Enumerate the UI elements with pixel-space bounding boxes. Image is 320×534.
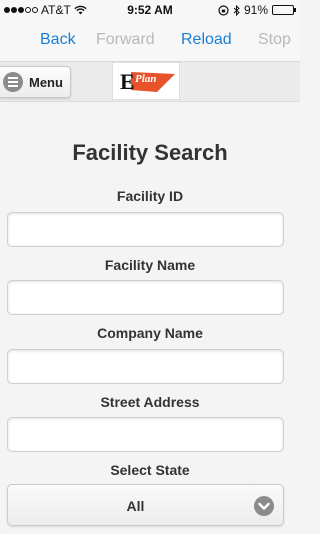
forward-button[interactable]: Forward — [96, 31, 155, 49]
battery-icon — [272, 5, 296, 15]
reload-button[interactable]: Reload — [181, 31, 232, 49]
facility-name-input[interactable] — [7, 280, 284, 315]
menu-label: Menu — [29, 74, 63, 90]
menu-list-icon — [3, 72, 23, 92]
chevron-down-icon — [254, 496, 274, 516]
rotation-lock-icon — [218, 4, 229, 16]
page-title: Facility Search — [72, 140, 228, 165]
logo-text: Plan — [135, 73, 157, 85]
company-name-input[interactable] — [7, 349, 284, 384]
menu-button[interactable]: Menu — [0, 66, 71, 98]
street-address-label: Street Address — [100, 394, 200, 410]
company-name-label: Company Name — [97, 325, 203, 341]
app-header: Menu E Plan — [0, 62, 300, 102]
street-address-input[interactable] — [7, 417, 284, 452]
browser-nav-bar: Back Forward Reload Stop — [0, 20, 300, 62]
facility-id-label: Facility ID — [116, 188, 184, 204]
eplan-logo[interactable]: E Plan — [112, 62, 180, 100]
logo-letter: E — [120, 69, 135, 94]
status-right: 91% — [218, 3, 296, 17]
select-state-label: Select State — [110, 462, 190, 478]
battery-percent: 91% — [243, 3, 268, 17]
state-select-value: All — [126, 498, 145, 514]
stop-button[interactable]: Stop — [258, 31, 291, 49]
status-bar: AT&T 9:52 AM 91% — [0, 0, 300, 20]
back-button[interactable]: Back — [40, 31, 76, 49]
state-select[interactable]: All — [7, 484, 284, 526]
facility-id-input[interactable] — [7, 212, 284, 247]
facility-name-label: Facility Name — [104, 257, 196, 273]
bluetooth-icon — [233, 4, 240, 16]
